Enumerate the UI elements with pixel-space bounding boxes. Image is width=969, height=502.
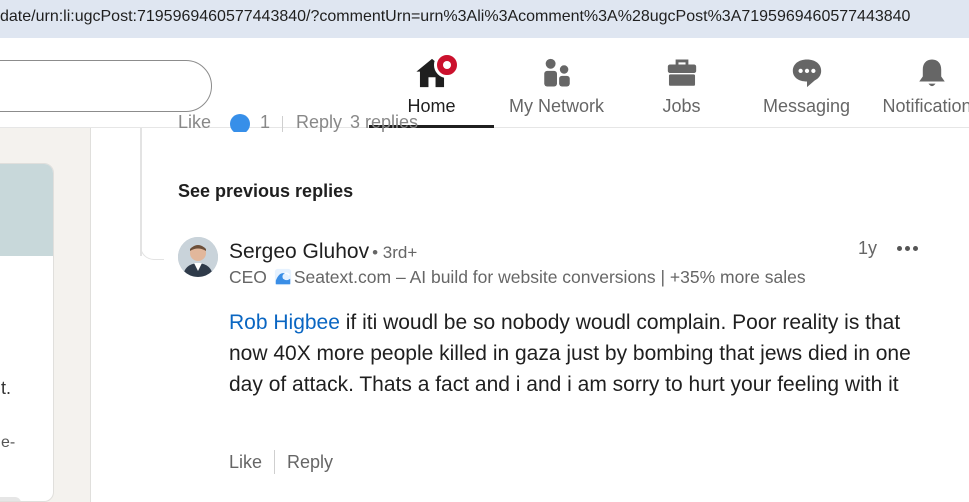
dot-icon [913, 246, 918, 251]
comment-timestamp: 1y [858, 238, 878, 258]
like-reaction-icon [230, 114, 250, 132]
action-separator [282, 116, 283, 132]
comment-text: Rob Higbee if iti woudl be so nobody wou… [229, 307, 939, 400]
nav-jobs[interactable]: Jobs [619, 46, 744, 128]
connection-degree: • 3rd+ [372, 243, 418, 262]
nav-my-network[interactable]: My Network [494, 46, 619, 128]
left-card-text-2: e- [1, 434, 16, 451]
mention-link[interactable]: Rob Higbee [229, 311, 340, 334]
author-headline: CEO Seatext.com – AI build for website c… [229, 267, 806, 288]
see-previous-replies-button[interactable]: See previous replies [178, 181, 353, 202]
people-icon [543, 58, 570, 87]
replies-count[interactable]: 3 replies [350, 112, 418, 132]
wave-emoji-icon [274, 268, 291, 286]
left-card-text: t. [1, 378, 12, 398]
dot-icon [897, 246, 902, 251]
headline-prefix: CEO [229, 267, 267, 287]
author-name[interactable]: Sergeo Gluhov [229, 240, 369, 263]
comment-reply-button[interactable]: Reply [287, 452, 333, 473]
profile-banner [0, 164, 53, 256]
reaction-count[interactable]: 1 [260, 112, 270, 132]
reply-button[interactable]: Reply [296, 112, 342, 132]
action-separator [274, 450, 276, 474]
briefcase-icon [667, 59, 696, 86]
left-sidebar-card: t. e- [0, 163, 54, 502]
top-navbar: Home My Network Jobs Messaging Notificat… [0, 46, 969, 128]
notification-badge [434, 52, 460, 78]
previous-reply-actions: Like 1 Reply 3 replies [178, 112, 438, 132]
avatar[interactable] [178, 237, 218, 277]
nav-notifications-label: Notifications [882, 96, 969, 116]
headline-text: Seatext.com – AI build for website conve… [293, 267, 806, 287]
comment-actions: Like Reply [229, 450, 333, 474]
comment-like-button[interactable]: Like [229, 452, 262, 473]
like-button[interactable]: Like [178, 112, 211, 132]
left-card-pill [0, 497, 21, 501]
chat-icon [792, 59, 821, 88]
comment-author[interactable]: Sergeo Gluhov • 3rd+ [229, 240, 417, 264]
profile-photo-icon [178, 237, 218, 277]
nav-messaging[interactable]: Messaging [744, 46, 869, 128]
bell-icon [918, 59, 945, 87]
more-options-button[interactable] [895, 236, 921, 260]
nav-my-network-label: My Network [508, 96, 604, 116]
nav-notifications[interactable]: Notifications [869, 46, 969, 128]
url-text: date/urn:li:ugcPost:7195969460577443840/… [0, 8, 911, 25]
nav-jobs-label: Jobs [662, 96, 701, 116]
browser-address-bar[interactable]: date/urn:li:ugcPost:7195969460577443840/… [0, 0, 969, 38]
browser-toolbar-gap [0, 38, 969, 46]
dot-icon [905, 246, 910, 251]
nav-messaging-label: Messaging [762, 96, 851, 116]
search-input[interactable] [0, 60, 212, 112]
